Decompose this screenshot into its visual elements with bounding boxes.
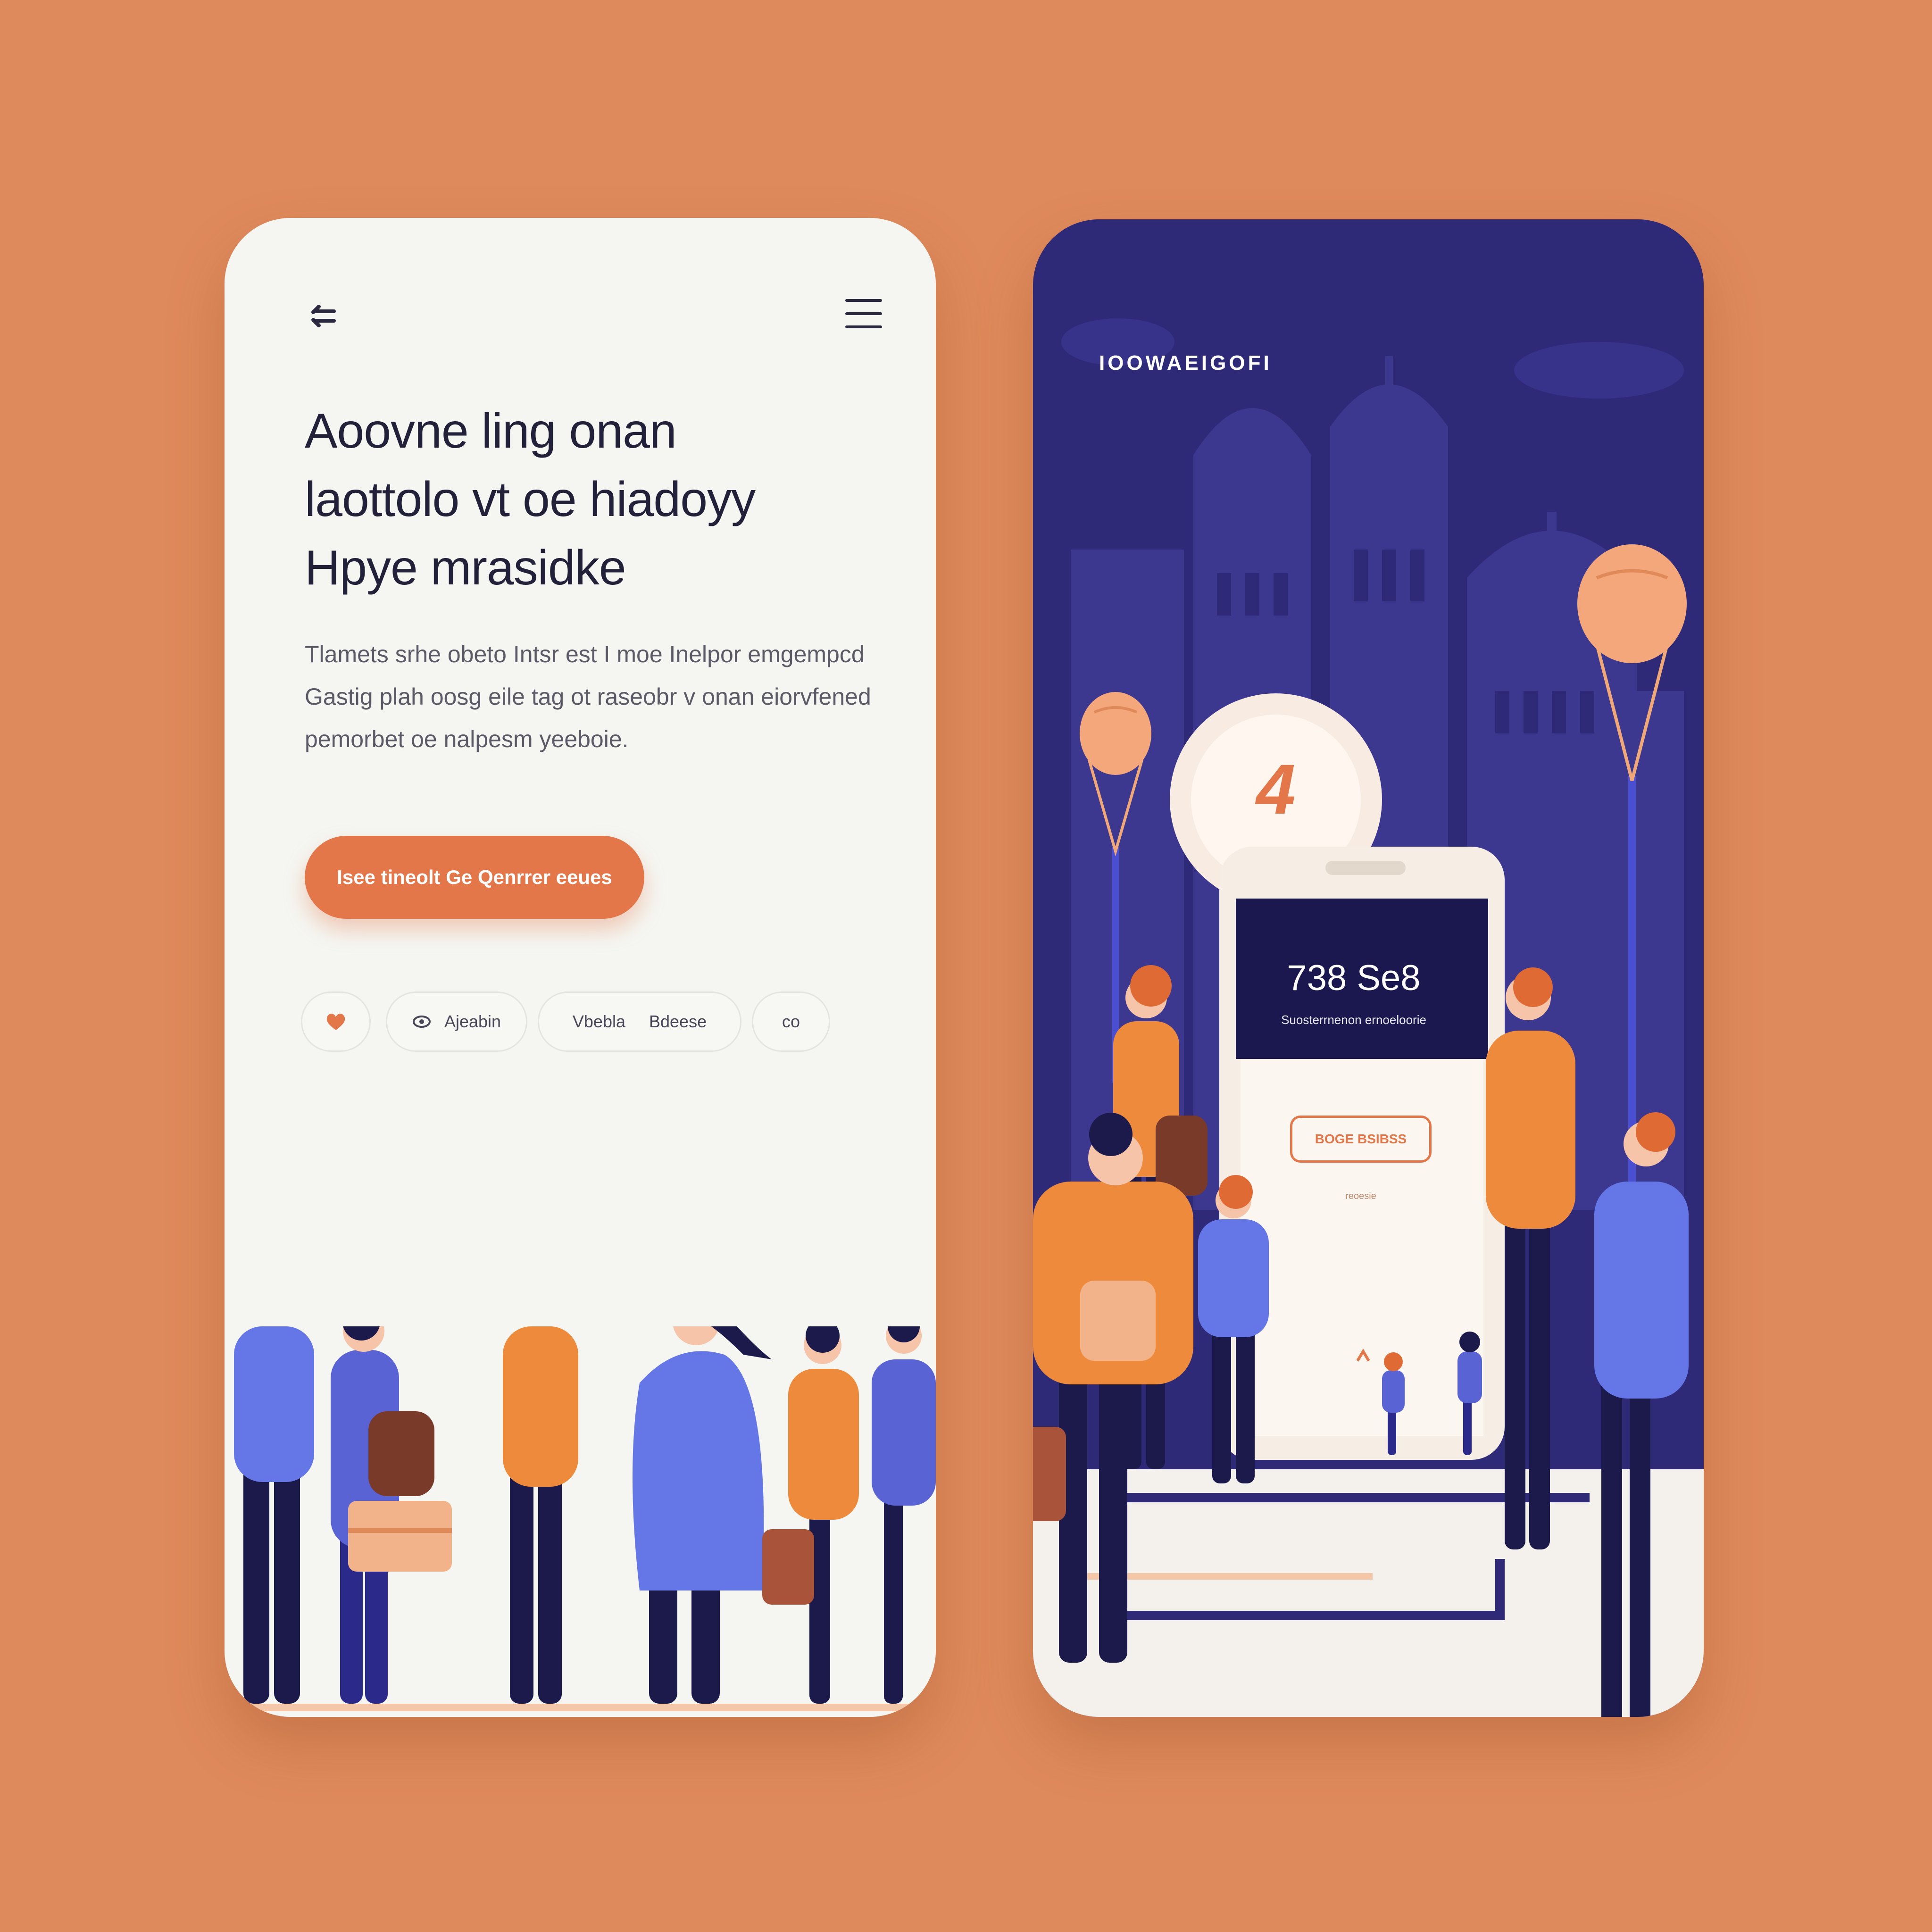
- cloud-shape: [1514, 342, 1684, 399]
- chip-label: Ajeabin: [444, 1012, 501, 1031]
- chip-label: Vbebla Bdeese: [572, 1012, 707, 1031]
- primary-cta-button[interactable]: Isee tineolt Ge Qenrrer eeues: [305, 836, 644, 919]
- phone-action-button[interactable]: BOGE BSIBSS: [1290, 1116, 1432, 1163]
- headline-line: Aoovne ling onan: [305, 404, 677, 458]
- crowd-illustration: [225, 1326, 936, 1711]
- chip-label: co: [782, 1012, 800, 1031]
- paragraph-line: Gastig plah oosg eile tag ot raseobr v o…: [305, 683, 871, 710]
- person-figure: [762, 1326, 859, 1704]
- right-phone-screen: IOOWAEIGOFI 4 738 Se8 Suosterrnenon erno…: [1033, 219, 1704, 1717]
- left-phone-screen: Aoovne ling onan laottolo vt oe hiadoyy …: [225, 218, 936, 1717]
- city-label: IOOWAEIGOFI: [1099, 351, 1272, 375]
- phone-link[interactable]: reoesie: [1290, 1191, 1432, 1202]
- page-headline: Aoovne ling onan laottolo vt oe hiadoyy …: [305, 397, 894, 602]
- person-figure: [503, 1326, 578, 1704]
- hamburger-menu-icon[interactable]: [842, 292, 885, 335]
- phone-balance: 738 Se8: [1287, 958, 1421, 998]
- paragraph-line: pemorbet oe nalpesm yeeboie.: [305, 726, 629, 752]
- headline-line: laottolo vt oe hiadoyy: [305, 472, 756, 527]
- ground-line: [225, 1704, 936, 1711]
- chip-view[interactable]: Ajeabin: [386, 991, 527, 1052]
- paragraph-line: Tlamets srhe obeto Intsr est I moe Inelp…: [305, 641, 865, 667]
- back-arrow-icon[interactable]: [305, 298, 342, 336]
- heart-icon: [326, 1014, 345, 1030]
- eye-icon: [412, 1016, 431, 1028]
- person-figure: [331, 1326, 452, 1704]
- person-figure: [633, 1326, 772, 1704]
- bag-icon: [762, 1529, 814, 1605]
- phone-caption: Suosterrnenon ernoeloorie: [1281, 1013, 1426, 1027]
- chip-more[interactable]: co: [752, 991, 830, 1052]
- person-figure: [234, 1326, 314, 1704]
- backpack-icon: [1080, 1281, 1156, 1361]
- chip-filter[interactable]: Vbebla Bdeese: [538, 991, 741, 1052]
- box-icon: [348, 1501, 452, 1572]
- number-badge: 4: [1256, 749, 1296, 829]
- backpack-icon: [368, 1411, 434, 1496]
- intro-paragraph: Tlamets srhe obeto Intsr est I moe Inelp…: [305, 633, 871, 760]
- person-figure: [872, 1326, 936, 1704]
- favorite-chip[interactable]: [301, 991, 371, 1052]
- headline-line: Hpye mrasidke: [305, 541, 626, 595]
